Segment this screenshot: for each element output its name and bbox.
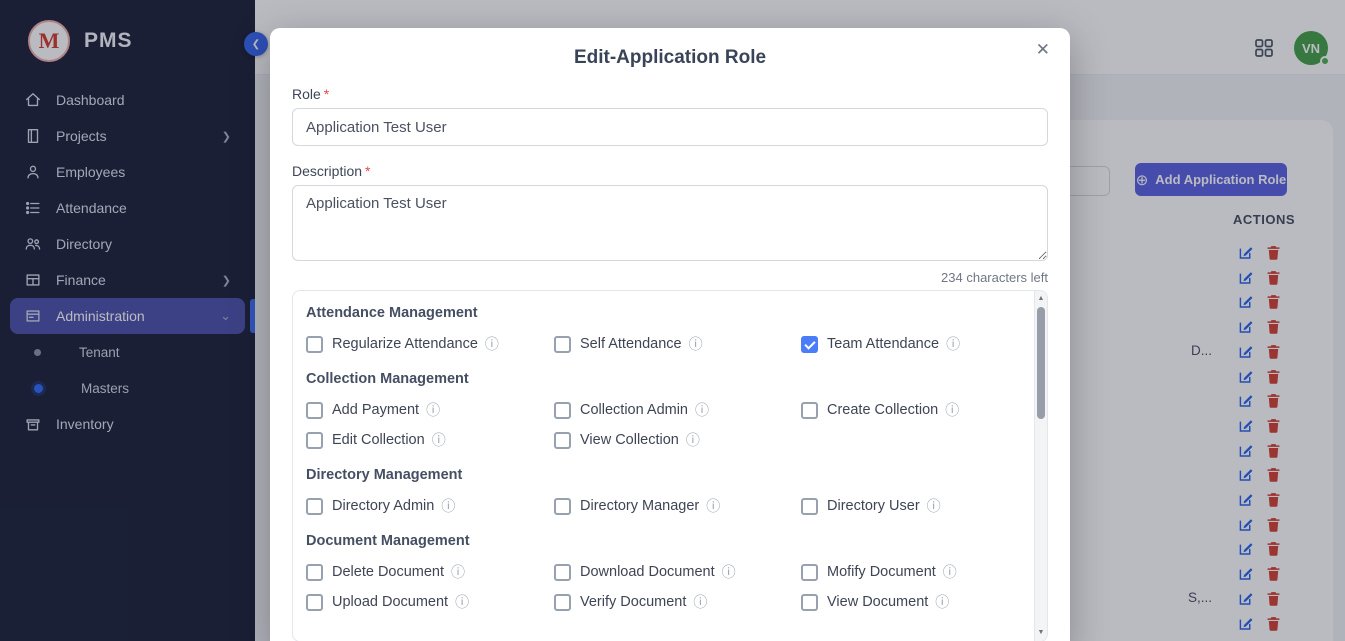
permission-label: Mofify Document [827,564,936,580]
checkbox-directory-manager[interactable] [554,498,571,515]
checkbox-view-collection[interactable] [554,432,571,449]
characters-left-counter: 234 characters left [292,270,1048,285]
info-icon[interactable]: ⓘ [945,403,959,417]
permission-label: Download Document [580,564,715,580]
required-asterisk: * [324,86,329,102]
checkbox-create-collection[interactable] [801,402,818,419]
section-title: Attendance Management [306,305,1017,321]
description-textarea[interactable]: Application Test User [292,185,1048,261]
checkbox-upload-document[interactable] [306,594,323,611]
permission-section: Collection ManagementAdd PaymentⓘCollect… [306,371,1017,455]
permissions-panel: Attendance Management Regularize Attendan… [292,290,1048,641]
checkbox-verify-document[interactable] [554,594,571,611]
permission-item: View Collection ⓘ [554,425,801,455]
permission-label: Team Attendance [827,336,939,352]
checkbox-regularize-attendance[interactable] [306,336,323,353]
permission-item: Regularize Attendance ⓘ [306,329,554,359]
close-icon[interactable]: ✕ [1036,41,1050,58]
checkbox-directory-admin[interactable] [306,498,323,515]
permission-label: Delete Document [332,564,444,580]
permission-item: Edit Collection ⓘ [306,425,554,455]
info-icon[interactable]: ⓘ [426,403,440,417]
permission-label: Add Payment [332,402,419,418]
info-icon[interactable]: ⓘ [451,565,465,579]
permission-item: Download Document ⓘ [554,557,801,587]
info-icon[interactable]: ⓘ [722,565,736,579]
info-icon[interactable]: ⓘ [441,499,455,513]
permission-section: Document ManagementDelete DocumentⓘDownl… [306,533,1017,617]
required-asterisk: * [365,163,370,179]
info-icon[interactable]: ⓘ [695,403,709,417]
permission-label: Collection Admin [580,402,688,418]
permission-label: Directory Manager [580,498,699,514]
checkbox-delete-document[interactable] [306,564,323,581]
permission-item: Directory Manager ⓘ [554,491,801,521]
checkbox-edit-collection[interactable] [306,432,323,449]
checkbox-collection-admin[interactable] [554,402,571,419]
modal-title: Edit-Application Role [292,28,1048,69]
permission-sections: Attendance Management Regularize Attendan… [306,305,1017,617]
permission-item: Verify Document ⓘ [554,587,801,617]
checkbox-download-document[interactable] [554,564,571,581]
permission-item: Mofify Document ⓘ [801,557,1017,587]
checkbox-self-attendance[interactable] [554,336,571,353]
role-label: Role* [292,86,1048,102]
edit-application-role-modal: ✕ Edit-Application Role Role* Descriptio… [270,28,1070,641]
permission-label: View Collection [580,432,679,448]
scroll-down-icon[interactable]: ▼ [1035,629,1047,636]
checkbox-add-payment[interactable] [306,402,323,419]
permission-label: View Document [827,594,928,610]
application-root: M PMS DashboardProjects❯EmployeesAttenda… [0,0,1345,641]
info-icon[interactable]: ⓘ [927,499,941,513]
permission-section: Attendance Management Regularize Attendan… [306,305,1017,359]
section-title: Collection Management [306,371,1017,387]
permission-label: Regularize Attendance [332,336,478,352]
section-title: Directory Management [306,467,1017,483]
permission-label: Directory Admin [332,498,434,514]
permission-label: Self Attendance [580,336,682,352]
checkbox-view-document[interactable] [801,594,818,611]
permission-label: Upload Document [332,594,448,610]
description-label-text: Description [292,163,362,179]
info-icon[interactable]: ⓘ [943,565,957,579]
info-icon[interactable]: ⓘ [935,595,949,609]
permission-item: Self Attendance ⓘ [554,329,801,359]
description-label: Description* [292,163,1048,179]
info-icon[interactable]: ⓘ [946,337,960,351]
permission-label: Create Collection [827,402,938,418]
info-icon[interactable]: ⓘ [706,499,720,513]
checkbox-mofify-document[interactable] [801,564,818,581]
info-icon[interactable]: ⓘ [689,337,703,351]
checkbox-team-attendance[interactable] [801,336,818,353]
section-title: Document Management [306,533,1017,549]
permission-section: Directory ManagementDirectory AdminⓘDire… [306,467,1017,521]
scroll-up-icon[interactable]: ▲ [1035,295,1047,302]
permission-item: Team Attendance ⓘ [801,329,1017,359]
permission-item: Delete Document ⓘ [306,557,554,587]
checkbox-directory-user[interactable] [801,498,818,515]
permission-item: Upload Document ⓘ [306,587,554,617]
info-icon[interactable]: ⓘ [432,433,446,447]
permission-item: View Document ⓘ [801,587,1017,617]
scrollbar-thumb[interactable] [1037,307,1045,419]
info-icon[interactable]: ⓘ [693,595,707,609]
permission-label: Edit Collection [332,432,425,448]
permission-item: Create Collection ⓘ [801,395,1017,425]
permission-label: Directory User [827,498,920,514]
permission-item: Directory Admin ⓘ [306,491,554,521]
info-icon[interactable]: ⓘ [686,433,700,447]
role-label-text: Role [292,86,321,102]
permission-label: Verify Document [580,594,686,610]
permission-item: Directory User ⓘ [801,491,1017,521]
role-input[interactable] [292,108,1048,146]
scrollbar[interactable]: ▲ ▼ [1034,291,1047,641]
permission-item: Collection Admin ⓘ [554,395,801,425]
info-icon[interactable]: ⓘ [485,337,499,351]
info-icon[interactable]: ⓘ [455,595,469,609]
permission-item: Add Payment ⓘ [306,395,554,425]
